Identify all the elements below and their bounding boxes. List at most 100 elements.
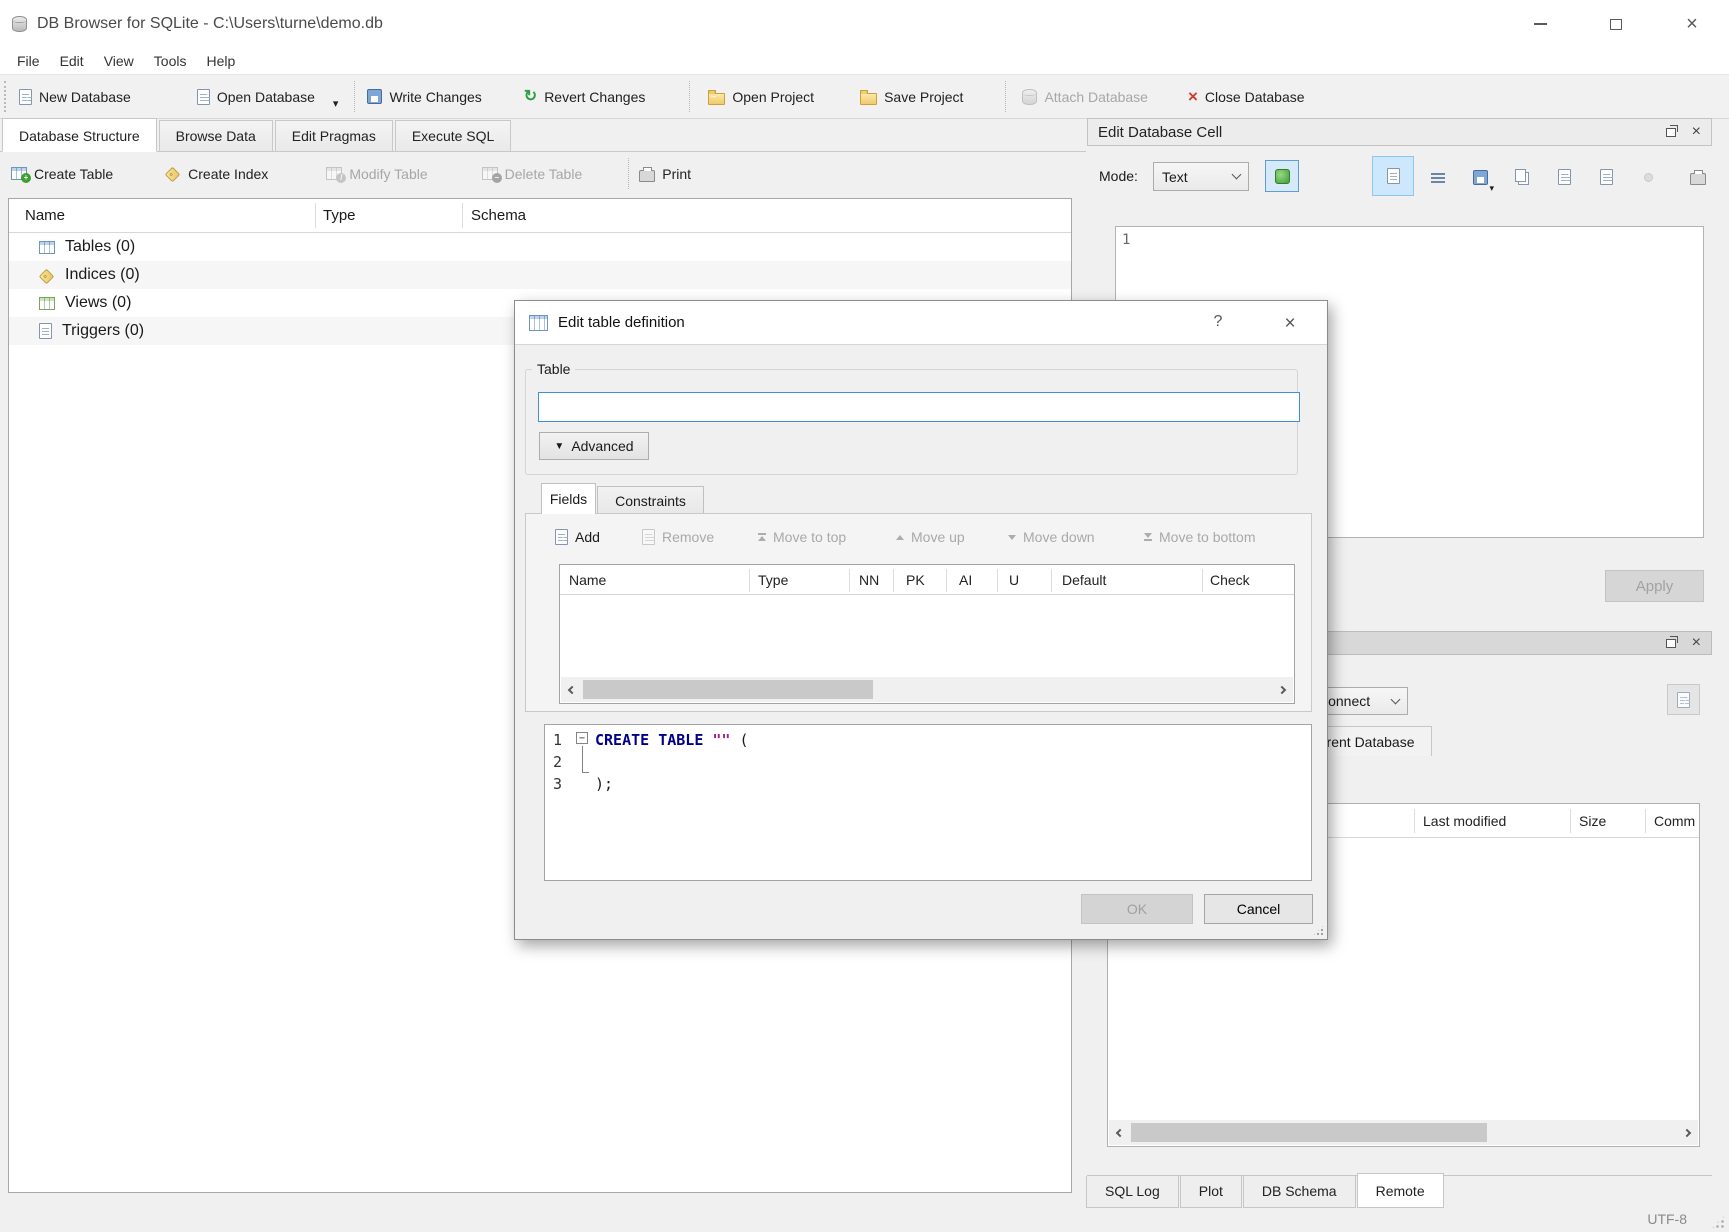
editor-line-number: 1 [1122,232,1130,248]
minimize-icon [1534,23,1547,25]
column-divider[interactable] [1414,809,1415,833]
dialog-resize-grip[interactable] [1313,925,1324,936]
tree-col-divider[interactable] [315,203,316,228]
column-divider[interactable] [1645,809,1646,833]
column-divider[interactable] [1051,569,1052,592]
revert-changes-button[interactable]: ↻ Revert Changes [524,89,646,105]
advanced-button[interactable]: ▼ Advanced [539,432,649,460]
open-project-button[interactable]: → Open Project [708,89,814,105]
auto-apply-toggle[interactable] [1265,160,1299,192]
tab-browse-data[interactable]: Browse Data [159,120,273,151]
col-check[interactable]: Check [1210,572,1250,588]
table-name-input[interactable] [538,392,1300,422]
menu-tools[interactable]: Tools [144,50,197,72]
create-index-button[interactable]: Create Index [165,166,268,182]
scrollbar-thumb[interactable] [1131,1123,1487,1142]
float-panel-icon[interactable] [1666,128,1676,137]
word-wrap-button[interactable] [1424,163,1452,191]
menu-edit[interactable]: Edit [50,50,94,72]
set-as-link-button[interactable] [1592,163,1620,191]
window-titlebar[interactable]: DB Browser for SQLite - C:\Users\turne\d… [0,0,1729,48]
col-name[interactable]: Name [569,572,606,588]
col-size[interactable]: Size [1579,813,1606,829]
tree-col-name[interactable]: Name [25,207,65,224]
new-database-button[interactable]: + New Database [19,89,131,105]
cancel-button[interactable]: Cancel [1204,894,1313,924]
tree-row-indices[interactable]: Indices (0) [9,261,1071,289]
scroll-right-button[interactable] [1676,1130,1698,1136]
code-fold-marker[interactable]: − [576,732,588,744]
tab-edit-pragmas[interactable]: Edit Pragmas [275,120,393,151]
dialog-close-button[interactable]: × [1277,313,1303,335]
column-divider[interactable] [946,569,947,592]
save-project-button[interactable]: Save Project [860,89,963,105]
minimize-button[interactable] [1529,13,1551,35]
close-panel-icon[interactable]: × [1692,635,1701,651]
export-data-button[interactable] [1508,163,1536,191]
fields-table-hscrollbar[interactable] [561,677,1293,702]
col-type[interactable]: Type [758,572,788,588]
float-panel-icon[interactable] [1666,639,1676,648]
edit-table-definition-dialog[interactable]: Edit table definition ? × Table ▼ Advanc… [514,300,1328,940]
text-mode-button[interactable] [1372,156,1414,196]
scroll-left-button[interactable] [561,687,583,693]
tables-icon [39,241,55,254]
toolbar-grip[interactable] [4,81,9,112]
scroll-right-button[interactable] [1271,687,1293,693]
col-default[interactable]: Default [1062,572,1106,588]
tree-col-type[interactable]: Type [323,207,356,224]
column-divider[interactable] [749,569,750,592]
tab-sql-log[interactable]: SQL Log [1086,1176,1179,1208]
menu-view[interactable]: View [94,50,144,72]
tab-constraints[interactable]: Constraints [597,486,704,514]
col-nn[interactable]: NN [859,572,879,588]
close-panel-icon[interactable]: × [1692,124,1701,140]
col-commit[interactable]: Comm [1654,813,1695,829]
tab-remote[interactable]: Remote [1357,1173,1444,1208]
open-database-button[interactable]: → Open Database [197,89,315,105]
maximize-button[interactable] [1605,13,1627,35]
window-resize-grip[interactable] [1711,1215,1725,1229]
menu-help[interactable]: Help [196,50,245,72]
column-divider[interactable] [849,569,850,592]
tab-execute-sql[interactable]: Execute SQL [395,120,512,151]
mode-select[interactable]: Text [1153,162,1249,191]
toolbar-separator [689,81,690,112]
scroll-left-button[interactable] [1109,1130,1131,1136]
encoding-indicator[interactable]: UTF-8 [1647,1211,1687,1227]
column-divider[interactable] [1570,809,1571,833]
column-divider[interactable] [997,569,998,592]
edit-cell-panel-title: Edit Database Cell [1098,124,1222,141]
col-u[interactable]: U [1009,572,1019,588]
col-pk[interactable]: PK [906,572,925,588]
col-ai[interactable]: AI [959,572,972,588]
remote-settings-button[interactable]: / [1667,684,1700,715]
tab-plot[interactable]: Plot [1180,1176,1242,1208]
print-button[interactable]: Print [639,166,691,182]
print-cell-button[interactable] [1684,163,1712,191]
add-field-button[interactable]: + Add [555,529,600,545]
close-button[interactable]: × [1681,13,1703,35]
edit-cell-panel-header[interactable]: Edit Database Cell × [1087,118,1712,146]
col-last-modified[interactable]: Last modified [1423,813,1506,829]
tree-col-divider[interactable] [462,203,463,228]
remote-table-hscrollbar[interactable] [1109,1120,1698,1145]
open-database-dropdown[interactable]: ▾ [333,97,339,110]
tab-database-structure[interactable]: Database Structure [2,118,157,152]
import-data-button[interactable]: ▾ [1466,163,1494,191]
column-divider[interactable] [893,569,894,592]
create-table-button[interactable]: + Create Table [11,166,113,182]
scrollbar-thumb[interactable] [583,680,873,699]
tree-col-schema[interactable]: Schema [471,207,526,224]
close-database-button[interactable]: × Close Database [1188,88,1305,105]
fields-table[interactable]: Name Type NN PK AI U Default Check [559,564,1295,704]
tab-db-schema[interactable]: DB Schema [1243,1176,1356,1208]
close-database-icon: × [1188,88,1198,105]
open-in-external-button[interactable]: → [1550,163,1578,191]
write-changes-button[interactable]: Write Changes [367,89,481,105]
column-divider[interactable] [1202,569,1203,592]
tree-row-tables[interactable]: Tables (0) [9,233,1071,261]
menu-file[interactable]: File [7,50,50,72]
tab-fields[interactable]: Fields [541,483,596,514]
dialog-help-button[interactable]: ? [1205,313,1231,335]
